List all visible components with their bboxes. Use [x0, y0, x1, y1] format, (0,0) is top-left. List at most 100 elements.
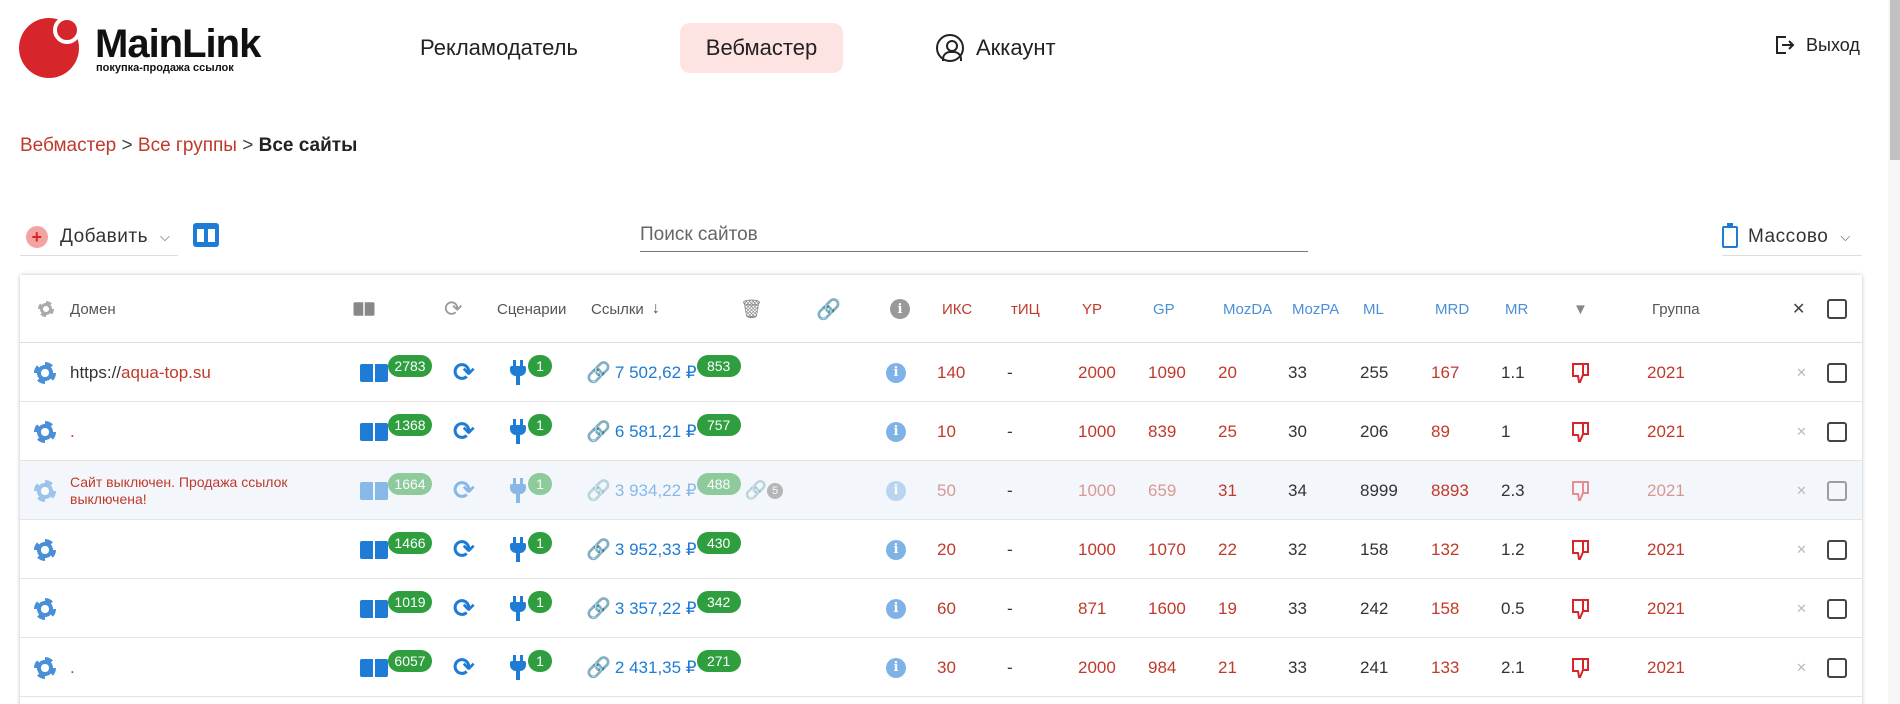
row-checkbox[interactable]	[1827, 638, 1847, 697]
add-button[interactable]: + Добавить ⌵	[20, 218, 178, 256]
brand-logo[interactable]: MainLink покупка-продажа ссылок	[19, 16, 261, 82]
site-info-icon[interactable]: i	[886, 579, 906, 638]
header-mr[interactable]: MR	[1505, 275, 1528, 343]
header-tic[interactable]: тИЦ	[1011, 275, 1040, 343]
site-info-icon[interactable]: i	[886, 520, 906, 579]
row-checkbox[interactable]	[1827, 343, 1847, 402]
scenarios-cell[interactable]: 1	[508, 461, 552, 520]
group-value[interactable]: 2021	[1647, 638, 1685, 697]
header-scenarios[interactable]: Сценарии	[497, 275, 566, 343]
table-row[interactable]: 1466 ⟳ 1 🔗 3 952,33 ₽430 i 20 - 1000 1070…	[20, 520, 1862, 579]
pages-cell[interactable]: 2783	[360, 343, 432, 402]
header-links[interactable]: Ссылки ↓	[591, 275, 660, 343]
domain-name[interactable]: aqua-top.su	[121, 363, 211, 382]
site-info-icon[interactable]: i	[886, 343, 906, 402]
row-checkbox[interactable]	[1827, 402, 1847, 461]
domain-cell[interactable]: Сайт выключен. Продажа ссылок выключена!	[70, 461, 360, 520]
pages-cell[interactable]: 1664	[360, 461, 432, 520]
refresh-icon[interactable]: ⟳	[453, 343, 475, 402]
unlink-icon[interactable]: ✕	[1796, 520, 1807, 579]
unlink-icon[interactable]: ✕	[1796, 638, 1807, 697]
domain-name[interactable]: .	[70, 658, 75, 677]
row-checkbox[interactable]	[1827, 579, 1847, 638]
group-value[interactable]: 2021	[1647, 402, 1685, 461]
site-settings-icon[interactable]	[34, 520, 56, 579]
site-settings-icon[interactable]	[34, 402, 56, 461]
table-row[interactable]: . 6057 ⟳ 1 🔗 2 431,35 ₽271 i 30 - 2000 98…	[20, 638, 1862, 697]
site-info-icon[interactable]: i	[886, 461, 906, 520]
refresh-icon[interactable]: ⟳	[453, 638, 475, 697]
thumb-down-icon[interactable]	[1569, 638, 1593, 697]
breadcrumb-webmaster[interactable]: Вебмастер	[20, 135, 116, 156]
links-cell[interactable]: 🔗 3 357,22 ₽342	[586, 579, 741, 638]
header-domain[interactable]: Домен	[70, 275, 116, 343]
header-ml[interactable]: ML	[1363, 275, 1384, 343]
site-info-icon[interactable]: i	[886, 402, 906, 461]
group-value[interactable]: 2021	[1647, 343, 1685, 402]
breadcrumb-all-groups[interactable]: Все группы	[138, 135, 237, 156]
pages-cell[interactable]: 1466	[360, 520, 432, 579]
site-settings-icon[interactable]	[34, 343, 56, 402]
refresh-icon[interactable]: ⟳	[453, 579, 475, 638]
links-cell[interactable]: 🔗 7 502,62 ₽853	[586, 343, 741, 402]
links-cell[interactable]: 🔗 6 581,21 ₽757	[586, 402, 741, 461]
scenarios-cell[interactable]: 1	[508, 402, 552, 461]
site-settings-icon[interactable]	[34, 461, 56, 520]
domain-name[interactable]: .	[70, 422, 75, 441]
links-cell[interactable]: 🔗 2 431,35 ₽271	[586, 638, 741, 697]
domain-cell[interactable]: .	[70, 402, 75, 461]
table-row[interactable]: 1019 ⟳ 1 🔗 3 357,22 ₽342 i 60 - 871 1600 …	[20, 579, 1862, 638]
unlink-icon[interactable]: ✕	[1796, 343, 1807, 402]
domain-cell[interactable]: .	[70, 638, 75, 697]
page-scrollbar-track[interactable]	[1888, 0, 1900, 704]
logout-button[interactable]: Выход	[1772, 33, 1860, 57]
thumb-down-icon[interactable]	[1569, 579, 1593, 638]
select-all-checkbox[interactable]	[1827, 275, 1847, 343]
nav-advertiser[interactable]: Рекламодатель	[420, 23, 578, 73]
group-value[interactable]: 2021	[1647, 520, 1685, 579]
table-row[interactable]: Сайт выключен. Продажа ссылок выключена!…	[20, 461, 1862, 520]
site-settings-icon[interactable]	[34, 638, 56, 697]
table-row[interactable]: . 1368 ⟳ 1 🔗 6 581,21 ₽757 i 10 - 1000 83…	[20, 402, 1862, 461]
refresh-icon[interactable]: ⟳	[453, 402, 475, 461]
mass-actions-button[interactable]: Массово ⌵	[1722, 218, 1862, 256]
scenarios-cell[interactable]: 1	[508, 579, 552, 638]
pages-cell[interactable]: 1368	[360, 402, 432, 461]
header-mrd[interactable]: MRD	[1435, 275, 1469, 343]
nav-webmaster[interactable]: Вебмастер	[680, 23, 843, 73]
row-checkbox[interactable]	[1827, 461, 1847, 520]
pages-cell[interactable]: 1019	[360, 579, 432, 638]
unlink-icon[interactable]: ✕	[1796, 579, 1807, 638]
group-value[interactable]: 2021	[1647, 579, 1685, 638]
header-gp[interactable]: GP	[1153, 275, 1175, 343]
columns-view-icon[interactable]	[193, 223, 219, 247]
nav-account[interactable]: Аккаунт	[936, 23, 1056, 73]
unlink-icon[interactable]: ✕	[1796, 461, 1807, 520]
thumb-down-icon[interactable]	[1569, 343, 1593, 402]
header-mozda[interactable]: MozDA	[1223, 275, 1272, 343]
links-cell[interactable]: 🔗 3 934,22 ₽488 🔗 5	[586, 461, 784, 520]
header-yp[interactable]: YP	[1082, 275, 1102, 343]
thumb-down-icon[interactable]	[1569, 520, 1593, 579]
unlink-icon[interactable]: ✕	[1796, 402, 1807, 461]
refresh-icon[interactable]: ⟳	[453, 520, 475, 579]
thumb-down-icon[interactable]	[1569, 402, 1593, 461]
row-checkbox[interactable]	[1827, 520, 1847, 579]
group-value[interactable]: 2021	[1647, 461, 1685, 520]
site-info-icon[interactable]: i	[886, 638, 906, 697]
scenarios-cell[interactable]: 1	[508, 343, 552, 402]
links-cell[interactable]: 🔗 3 952,33 ₽430	[586, 520, 741, 579]
search-input[interactable]	[640, 218, 1308, 252]
mozda-value: 19	[1218, 598, 1237, 618]
table-row[interactable]: https://aqua-top.su 2783 ⟳ 1 🔗 7 502,62 ₽…	[20, 343, 1862, 402]
scenarios-cell[interactable]: 1	[508, 520, 552, 579]
refresh-icon[interactable]: ⟳	[453, 461, 475, 520]
header-iks[interactable]: ИКС	[942, 275, 972, 343]
site-settings-icon[interactable]	[34, 579, 56, 638]
header-mozpa[interactable]: MozPA	[1292, 275, 1339, 343]
header-group[interactable]: Группа	[1652, 275, 1700, 343]
thumb-down-icon[interactable]	[1569, 461, 1593, 520]
domain-cell[interactable]: https://aqua-top.su	[70, 343, 211, 402]
pages-cell[interactable]: 6057	[360, 638, 432, 697]
scenarios-cell[interactable]: 1	[508, 638, 552, 697]
